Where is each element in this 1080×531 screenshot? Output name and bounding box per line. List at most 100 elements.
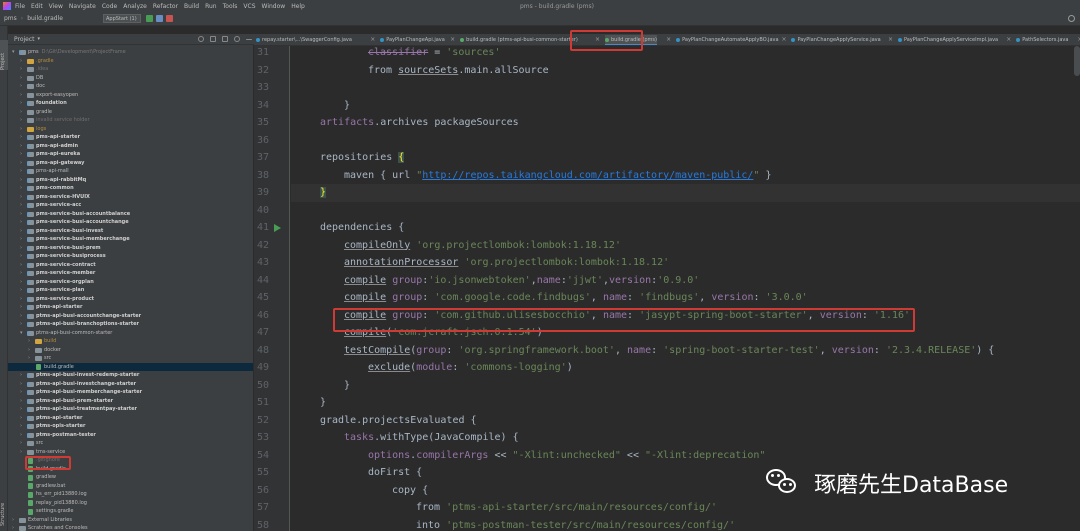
tree-folder-item[interactable]: › DB: [8, 74, 253, 83]
menu-item-help[interactable]: Help: [291, 3, 305, 10]
tree-file-item[interactable]: settings.gradle: [8, 507, 253, 516]
tree-file-item[interactable]: gradlew.bat: [8, 482, 253, 491]
chevron-right-icon[interactable]: ›: [20, 269, 22, 278]
chevron-right-icon[interactable]: ›: [20, 57, 22, 66]
close-tab-icon[interactable]: ×: [666, 36, 671, 43]
chevron-right-icon[interactable]: ›: [20, 150, 22, 159]
chevron-right-icon[interactable]: ›: [20, 252, 22, 261]
project-panel-title[interactable]: Project: [14, 36, 35, 43]
close-tab-icon[interactable]: ×: [781, 36, 786, 43]
close-tab-icon[interactable]: ×: [1006, 36, 1011, 43]
code-line[interactable]: annotationProcessor 'org.projectlombok:l…: [344, 254, 669, 272]
tree-folder-item[interactable]: › pms-api-admin: [8, 142, 253, 151]
tree-folder-item[interactable]: ▾ pms D:\Git\Development\ProjectFrame: [8, 48, 253, 57]
chevron-right-icon[interactable]: ›: [28, 354, 30, 363]
code-line[interactable]: maven { url "http://repos.taikangcloud.c…: [344, 167, 772, 185]
run-gutter-icon[interactable]: [274, 224, 281, 232]
tree-folder-item[interactable]: › pms-api-mall: [8, 167, 253, 176]
tree-folder-item[interactable]: › ptms-api-busi-branchoptions-starter: [8, 320, 253, 329]
code-line[interactable]: dependencies {: [320, 219, 404, 237]
editor-tab[interactable]: PayPlanChangeAutomateApplyBO.java: [676, 35, 779, 45]
chevron-right-icon[interactable]: ›: [20, 176, 22, 185]
expand-all-icon[interactable]: [210, 36, 216, 42]
tree-folder-item[interactable]: › pms-service-contract: [8, 261, 253, 270]
tree-folder-item[interactable]: › ptms-api-busi-treatmentpay-starter: [8, 405, 253, 414]
chevron-right-icon[interactable]: ›: [20, 278, 22, 287]
chevron-right-icon[interactable]: ›: [20, 142, 22, 151]
tree-folder-item[interactable]: › tms-service: [8, 448, 253, 457]
tree-file-item[interactable]: replay_pid13880.log: [8, 499, 253, 508]
chevron-right-icon[interactable]: ›: [20, 116, 22, 125]
menu-item-file[interactable]: File: [15, 3, 25, 10]
stop-icon[interactable]: [166, 15, 173, 22]
chevron-down-icon[interactable]: ▾: [12, 48, 15, 57]
tree-folder-item[interactable]: › pms-common: [8, 184, 253, 193]
menu-item-tools[interactable]: Tools: [223, 3, 238, 10]
chevron-right-icon[interactable]: ›: [20, 133, 22, 142]
tree-folder-item[interactable]: › pms-api-starter: [8, 133, 253, 142]
chevron-right-icon[interactable]: ›: [20, 235, 22, 244]
collapse-all-icon[interactable]: [222, 36, 228, 42]
code-line[interactable]: repositories {: [320, 149, 405, 167]
chevron-right-icon[interactable]: ›: [20, 405, 22, 414]
tree-folder-item[interactable]: › pms-service-member: [8, 269, 253, 278]
menu-item-window[interactable]: Window: [262, 3, 286, 10]
chevron-right-icon[interactable]: ›: [20, 82, 22, 91]
tree-folder-item[interactable]: › ptms-api-busi-accountchange-starter: [8, 312, 253, 321]
chevron-right-icon[interactable]: ›: [12, 516, 14, 525]
menu-item-run[interactable]: Run: [205, 3, 217, 10]
tree-folder-item[interactable]: › foundation: [8, 99, 253, 108]
close-tab-icon[interactable]: ×: [450, 36, 455, 43]
tree-folder-item[interactable]: › ptms-postman-tester: [8, 431, 253, 440]
menu-item-view[interactable]: View: [49, 3, 63, 10]
tree-file-item[interactable]: build.gradle: [8, 362, 253, 371]
code-line[interactable]: options.compilerArgs << "-Xlint:unchecke…: [368, 447, 765, 465]
chevron-down-icon[interactable]: ▾: [20, 329, 23, 338]
chevron-right-icon[interactable]: ›: [20, 431, 22, 440]
code-line[interactable]: into 'ptms-postman-tester/src/main/resou…: [416, 517, 735, 531]
chevron-right-icon[interactable]: ›: [20, 303, 22, 312]
tree-file-item[interactable]: gradlew: [8, 473, 253, 482]
code-line[interactable]: }: [320, 184, 327, 202]
tree-folder-item[interactable]: › .gradle: [8, 57, 253, 66]
chevron-right-icon[interactable]: ›: [20, 167, 22, 176]
menu-item-navigate[interactable]: Navigate: [69, 3, 96, 10]
tree-folder-item[interactable]: › src: [8, 354, 253, 363]
tree-folder-item[interactable]: › pms-api-rabbitMq: [8, 176, 253, 185]
editor-tab[interactable]: PathSelectors.java: [1016, 35, 1068, 45]
tree-folder-item[interactable]: › pms-api-eureka: [8, 150, 253, 159]
chevron-right-icon[interactable]: ›: [20, 108, 22, 117]
code-line[interactable]: classifier = 'sources': [368, 46, 500, 62]
tree-folder-item[interactable]: › pms-service-busi-memberchange: [8, 235, 253, 244]
chevron-right-icon[interactable]: ›: [20, 448, 22, 457]
chevron-right-icon[interactable]: ›: [20, 99, 22, 108]
tree-folder-item[interactable]: ▾ ptms-api-busi-common-starter: [8, 329, 253, 338]
chevron-right-icon[interactable]: ›: [20, 91, 22, 100]
code-line[interactable]: doFirst {: [368, 464, 422, 482]
chevron-right-icon[interactable]: ›: [20, 210, 22, 219]
chevron-right-icon[interactable]: ›: [20, 125, 22, 134]
chevron-right-icon[interactable]: ›: [20, 74, 22, 83]
close-tab-icon[interactable]: ×: [370, 36, 375, 43]
editor-tab[interactable]: PayPlanChangeApi.java: [380, 35, 445, 45]
chevron-right-icon[interactable]: ›: [20, 371, 22, 380]
menu-item-analyze[interactable]: Analyze: [123, 3, 147, 10]
menu-item-code[interactable]: Code: [102, 3, 117, 10]
editor-scrollbar[interactable]: [1074, 46, 1080, 76]
tree-folder-item[interactable]: › Scratches and Consoles: [8, 524, 253, 531]
chevron-right-icon[interactable]: ›: [20, 201, 22, 210]
code-line[interactable]: from sourceSets.main.allSource: [368, 62, 549, 80]
tree-folder-item[interactable]: › doc: [8, 82, 253, 91]
menu-item-refactor[interactable]: Refactor: [153, 3, 178, 10]
tree-folder-item[interactable]: › pms-service-busi-accountbalance: [8, 210, 253, 219]
menu-item-vcs[interactable]: VCS: [243, 3, 255, 10]
chevron-right-icon[interactable]: ›: [20, 261, 22, 270]
chevron-right-icon[interactable]: ›: [20, 422, 22, 431]
tree-folder-item[interactable]: › build: [8, 337, 253, 346]
close-tab-icon[interactable]: ×: [888, 36, 893, 43]
code-editor[interactable]: classifier = 'sources' from sourceSets.ma…: [291, 46, 1080, 531]
chevron-right-icon[interactable]: ›: [12, 524, 14, 531]
chevron-right-icon[interactable]: ›: [20, 388, 22, 397]
tree-folder-item[interactable]: › docker: [8, 346, 253, 355]
code-line[interactable]: testCompile(group: 'org.springframework.…: [344, 342, 994, 360]
